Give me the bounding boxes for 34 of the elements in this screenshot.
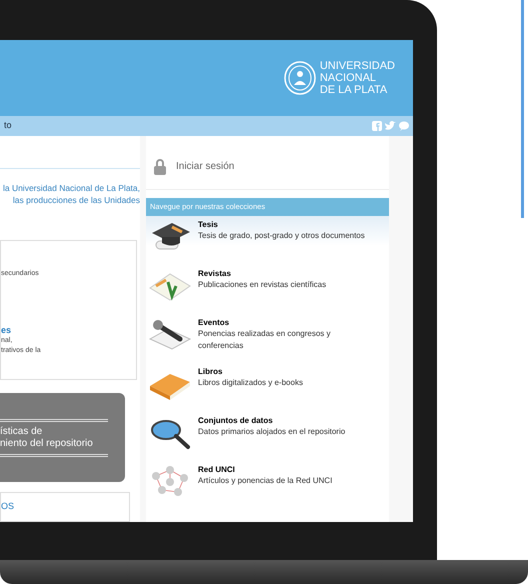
university-seal-icon [284, 61, 316, 96]
university-name: NACIONAL [320, 72, 378, 84]
padlock-icon [154, 158, 166, 174]
collection-description: Libros digitalizados y e-books [198, 377, 304, 389]
banner-text: ísticas de [0, 426, 44, 438]
collection-title: Libros [198, 366, 224, 377]
university-name: DE LA PLATA [320, 84, 388, 96]
chat-bubble-icon[interactable] [399, 121, 409, 132]
collection-title: Eventos [198, 317, 230, 328]
collection-item[interactable]: Eventos Ponencias realizadas en congresos y conferencias [146, 314, 389, 363]
banner-text: niento del repositorio [0, 438, 94, 450]
link-card[interactable]: OS [0, 492, 130, 522]
collection-item[interactable]: Red UNCI Artículos y ponencias de la Red UNCI [146, 461, 389, 510]
collection-title: Conjuntos de datos [198, 415, 274, 426]
collection-description: Ponencias realizadas en congresos y conferencias [198, 328, 332, 352]
university-name: UNIVERSIDAD [320, 60, 395, 72]
collection-title: Revistas [198, 268, 232, 279]
nav-text: to [4, 119, 12, 132]
intro-text: las producciones de las Unidades [12, 194, 140, 206]
statistics-banner[interactable]: ísticas de niento del repositorio [0, 393, 125, 482]
collection-item[interactable]: Conjuntos de datos Datos primarios alojados en el repositorio [146, 412, 389, 461]
collection-title: Red UNCI [198, 464, 236, 475]
collection-item[interactable]: Tesis Tesis de grado, post-grado y otros documentos [146, 216, 389, 265]
info-heading[interactable]: es [1, 325, 136, 336]
collection-item[interactable]: Revistas Publicaciones en revistas científicas [146, 265, 389, 314]
collection-description: Tesis de grado, post-grado y otros documentos [198, 230, 366, 242]
twitter-icon[interactable] [385, 121, 396, 132]
collection-description: Artículos y ponencias de la Red UNCI [198, 475, 334, 487]
collection-title: Tesis [198, 219, 219, 230]
collection-description: Datos primarios alojados en el repositorio [198, 426, 346, 438]
intro-text: la Universidad Nacional de La Plata, [2, 182, 140, 194]
collection-description: Publicaciones en revistas científicas [198, 279, 328, 291]
collection-item[interactable]: Libros Libros digitalizados y e-books [146, 363, 389, 412]
facebook-icon[interactable] [372, 121, 382, 132]
